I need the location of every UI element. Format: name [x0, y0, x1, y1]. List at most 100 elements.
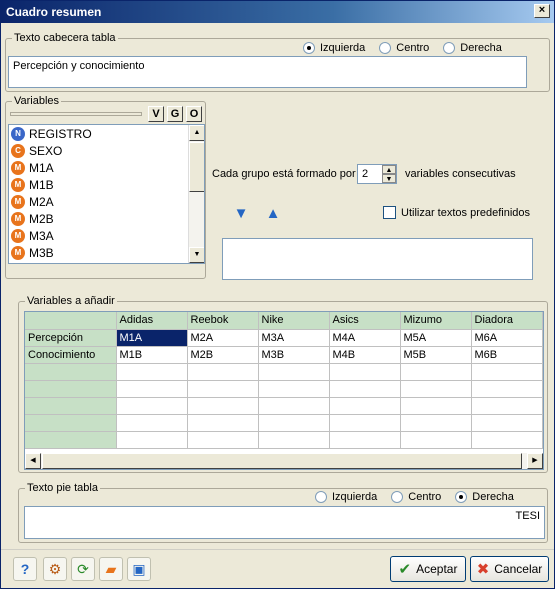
footer-align-right[interactable]: Derecha: [455, 491, 514, 503]
grid-row: Conocimiento M1B M2B M3B M4B M5B M6B: [25, 346, 543, 364]
grid-cell[interactable]: [400, 380, 472, 398]
variable-item[interactable]: N REGISTRO: [9, 125, 204, 142]
variables-legend: Variables: [12, 95, 62, 108]
radio-icon: [379, 42, 392, 54]
grid-cell[interactable]: [400, 431, 472, 449]
open-folder-icon[interactable]: ▰: [99, 557, 123, 581]
cancel-button[interactable]: ✖ Cancelar: [470, 556, 549, 582]
grid-cell[interactable]: [329, 414, 401, 432]
filter-g-button[interactable]: G: [167, 106, 183, 122]
grid-cell[interactable]: M5A: [400, 329, 472, 347]
grid-cell[interactable]: [400, 414, 472, 432]
spin-up-icon[interactable]: ▲: [382, 165, 396, 174]
grid-cell[interactable]: M1A: [116, 329, 188, 347]
grid-cell[interactable]: [116, 414, 188, 432]
move-up-button[interactable]: ▲: [262, 203, 284, 225]
variable-item[interactable]: M M1B: [9, 176, 204, 193]
move-down-button[interactable]: ▼: [230, 203, 252, 225]
grid-cell[interactable]: [471, 414, 543, 432]
grid-cell[interactable]: [471, 380, 543, 398]
grid-cell[interactable]: M5B: [400, 346, 472, 364]
title-bar: Cuadro resumen ×: [1, 1, 554, 23]
grid-cell[interactable]: [329, 397, 401, 415]
grid-cell[interactable]: M3A: [258, 329, 330, 347]
grid-cell[interactable]: [258, 431, 330, 449]
grid-cell[interactable]: [471, 397, 543, 415]
variable-item[interactable]: M M2A: [9, 193, 204, 210]
scroll-right-icon[interactable]: ▶: [527, 453, 543, 469]
variable-item[interactable]: C SEXO: [9, 142, 204, 159]
refresh-icon[interactable]: ⟳: [71, 557, 95, 581]
accept-button[interactable]: ✔ Aceptar: [390, 556, 466, 582]
help-icon[interactable]: ?: [13, 557, 37, 581]
grid-cell[interactable]: [329, 363, 401, 381]
radio-label: Izquierda: [332, 491, 378, 503]
grid-cell[interactable]: M4A: [329, 329, 401, 347]
scroll-thumb[interactable]: [189, 142, 204, 192]
variables-grid[interactable]: Adidas Reebok Nike Asics Mizumo Diadora Percep…: [24, 311, 544, 470]
header-legend: Texto cabecera tabla: [12, 32, 118, 45]
grid-cell[interactable]: [116, 380, 188, 398]
variable-type-icon: M: [11, 160, 25, 175]
grid-cell[interactable]: M4B: [329, 346, 401, 364]
grid-cell[interactable]: [400, 363, 472, 381]
footer-align-center[interactable]: Centro: [391, 491, 441, 503]
grid-cell[interactable]: [258, 397, 330, 415]
grid-cell[interactable]: [471, 363, 543, 381]
grid-cell[interactable]: [329, 431, 401, 449]
grid-cell[interactable]: M2B: [187, 346, 259, 364]
variable-item[interactable]: M M3A: [9, 227, 204, 244]
variable-item[interactable]: M M1A: [9, 159, 204, 176]
variables-scrollbar[interactable]: ▲ ▼: [188, 125, 204, 263]
grid-cell[interactable]: M2A: [187, 329, 259, 347]
grid-cell[interactable]: [258, 363, 330, 381]
grid-cell[interactable]: [116, 397, 188, 415]
grid-cell[interactable]: [116, 363, 188, 381]
filter-o-button[interactable]: O: [186, 106, 202, 122]
grid-row-label: [25, 397, 117, 415]
footer-text-input[interactable]: TESI: [24, 506, 545, 539]
grid-horizontal-scrollbar[interactable]: ◀ ▶: [25, 453, 543, 469]
grid-cell[interactable]: [400, 397, 472, 415]
footer-align-left[interactable]: Izquierda: [315, 491, 377, 503]
group-size-spinner[interactable]: 2 ▲ ▼: [357, 164, 397, 184]
grid-cell[interactable]: [258, 380, 330, 398]
header-align-right[interactable]: Derecha: [443, 42, 502, 54]
predefined-texts-checkbox[interactable]: Utilizar textos predefinidos: [383, 206, 530, 219]
grid-cell[interactable]: M3B: [258, 346, 330, 364]
variable-item[interactable]: M M3B: [9, 244, 204, 261]
footer-legend: Texto pie tabla: [25, 482, 100, 495]
grid-cell[interactable]: M6A: [471, 329, 543, 347]
header-align-left[interactable]: Izquierda: [303, 42, 365, 54]
grid-scroll-thumb[interactable]: [42, 453, 522, 469]
grid-cell[interactable]: [187, 414, 259, 432]
scroll-left-icon[interactable]: ◀: [25, 453, 41, 469]
grid-cell[interactable]: [471, 431, 543, 449]
grid-cell[interactable]: M6B: [471, 346, 543, 364]
filter-v-button[interactable]: V: [148, 106, 164, 122]
scroll-down-icon[interactable]: ▼: [189, 247, 204, 263]
grid-cell[interactable]: [116, 431, 188, 449]
grid-row: [25, 397, 543, 415]
variable-type-icon: M: [11, 245, 25, 260]
header-align-center[interactable]: Centro: [379, 42, 429, 54]
grid-row-label: Conocimiento: [25, 346, 117, 364]
variable-name: M3B: [29, 245, 54, 260]
spin-down-icon[interactable]: ▼: [382, 174, 396, 183]
radio-label: Derecha: [472, 491, 514, 503]
grid-cell[interactable]: [187, 397, 259, 415]
grid-cell[interactable]: [258, 414, 330, 432]
variable-item[interactable]: M M2B: [9, 210, 204, 227]
header-text-input[interactable]: Percepción y conocimiento: [8, 56, 527, 88]
grid-cell[interactable]: [187, 363, 259, 381]
grid-cell[interactable]: [187, 431, 259, 449]
save-icon[interactable]: ▣: [127, 557, 151, 581]
grid-cell[interactable]: [187, 380, 259, 398]
close-button[interactable]: ×: [534, 4, 550, 18]
grid-cell[interactable]: M1B: [116, 346, 188, 364]
scroll-up-icon[interactable]: ▲: [189, 125, 204, 141]
grid-cell[interactable]: [329, 380, 401, 398]
variables-list[interactable]: N REGISTRO C SEXO M M1A M M1B M M2A M M2B M M3A M M3B ▲…: [8, 124, 205, 264]
group-preview-box: [222, 238, 533, 280]
settings-icon[interactable]: ⚙: [43, 557, 67, 581]
